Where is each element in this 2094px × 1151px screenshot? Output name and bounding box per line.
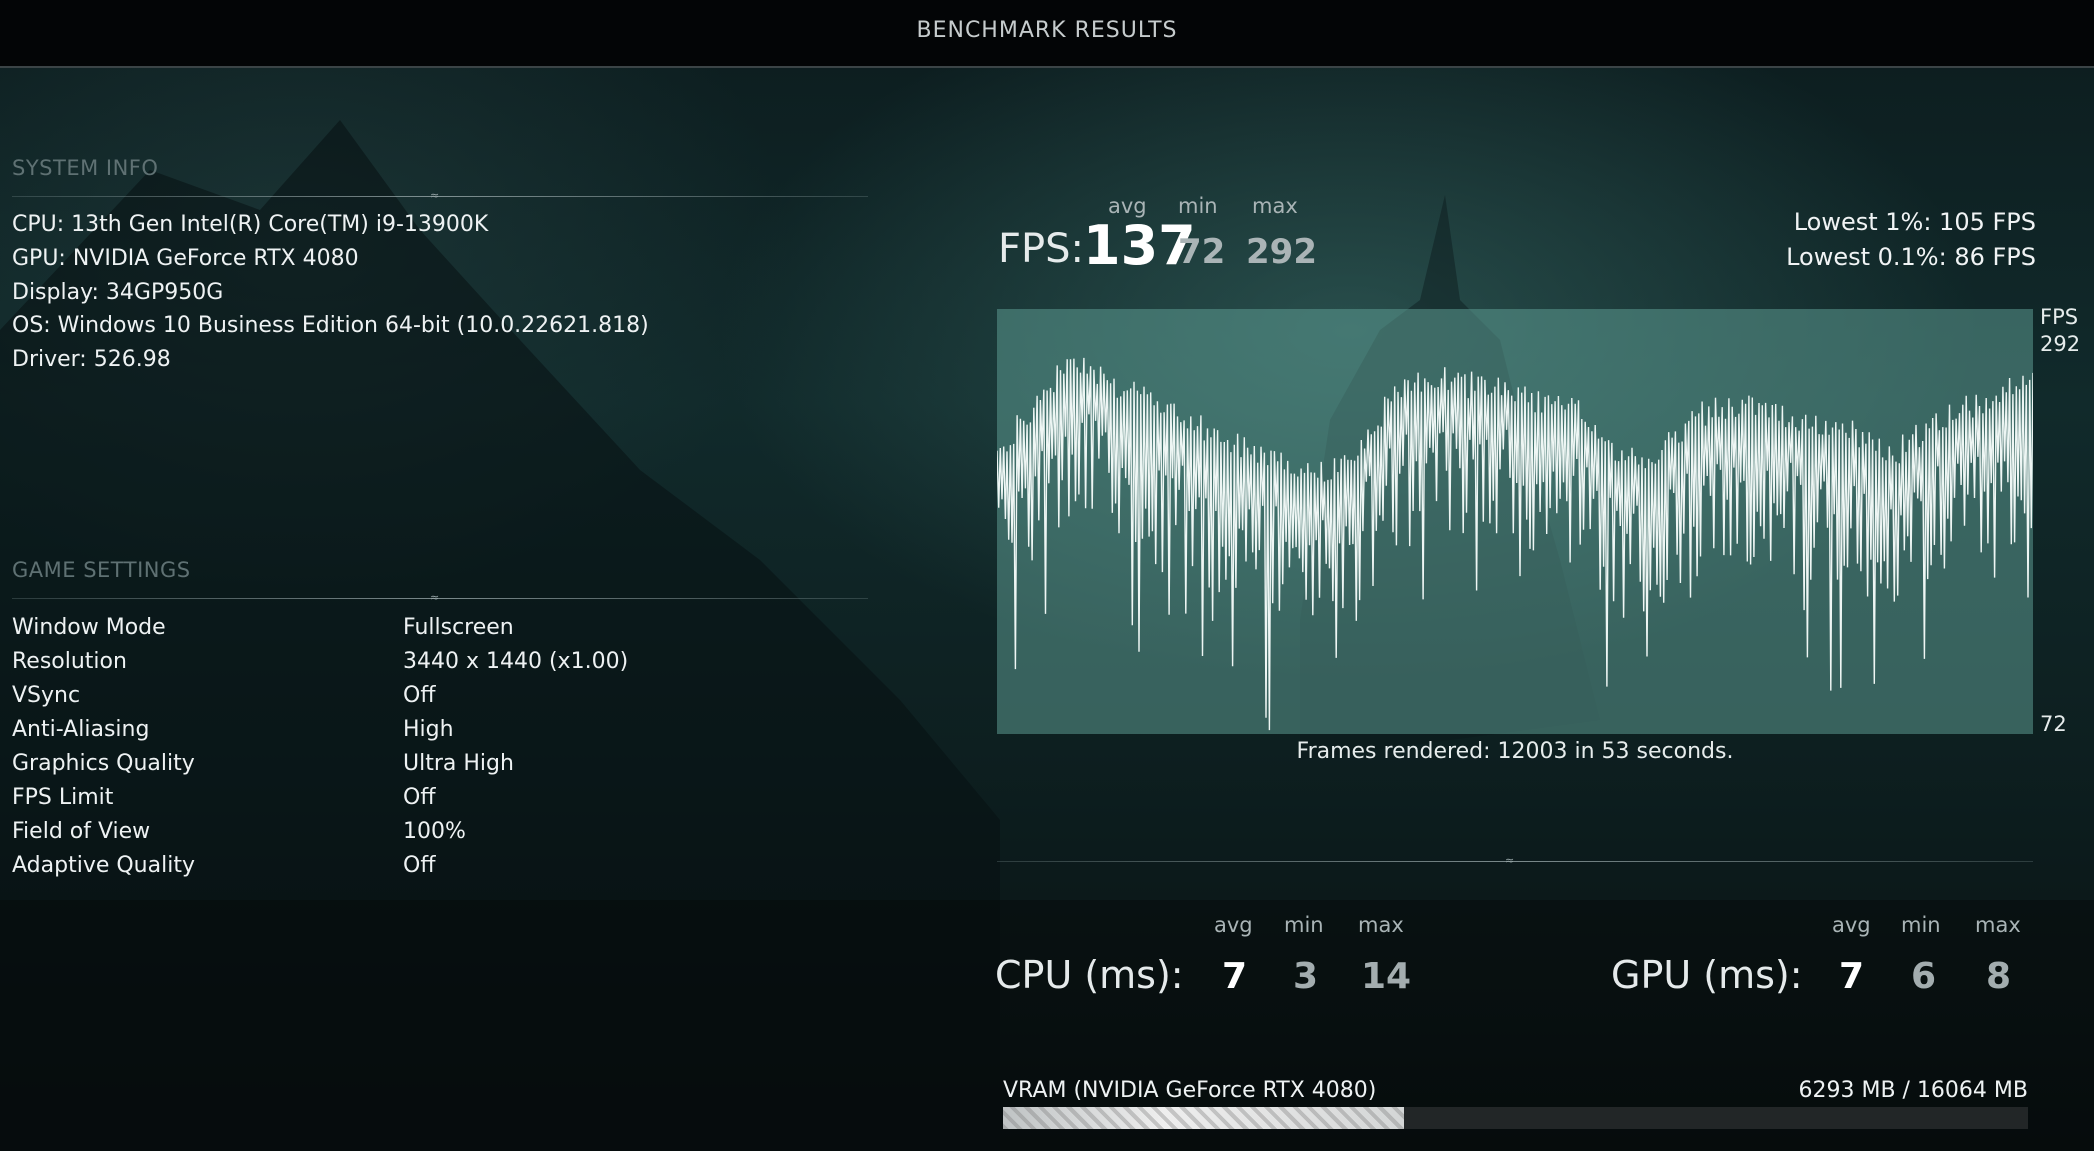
gpu-info: GPU: NVIDIA GeForce RTX 4080 [12, 246, 359, 271]
setting-label-window-mode: Window Mode [12, 615, 166, 640]
page-title: BENCHMARK RESULTS [916, 18, 1178, 43]
cpu-min-value: 3 [1293, 956, 1319, 997]
vram-progress-fill [1003, 1107, 1405, 1129]
graph-axis-title: FPS [2040, 305, 2079, 329]
fps-max-value: 292 [1246, 232, 1317, 272]
display-info: Display: 34GP950G [12, 280, 224, 305]
gpu-min-heading: min [1901, 913, 1941, 937]
graph-axis-max: 292 [2040, 332, 2081, 356]
setting-value-fps-limit: Off [403, 785, 436, 810]
gpu-avg-value: 7 [1839, 956, 1865, 997]
vram-progress-bar [1003, 1107, 2028, 1129]
setting-label-graphics-quality: Graphics Quality [12, 751, 195, 776]
fps-min-value: 72 [1178, 232, 1226, 272]
setting-label-adaptive-quality: Adaptive Quality [12, 853, 195, 878]
cpu-min-heading: min [1284, 913, 1324, 937]
gpu-ms-label: GPU (ms): [1611, 953, 1803, 997]
cpu-avg-heading: avg [1214, 913, 1253, 937]
gpu-max-value: 8 [1986, 956, 2012, 997]
fps-graph [997, 309, 2033, 734]
setting-value-resolution: 3440 x 1440 (x1.00) [403, 649, 629, 674]
setting-value-vsync: Off [403, 683, 436, 708]
gpu-avg-heading: avg [1832, 913, 1871, 937]
fps-graph-svg [997, 357, 2033, 731]
game-settings-divider: ≈ [12, 592, 868, 604]
timings-divider: ≈ [997, 855, 2033, 867]
driver-info: Driver: 526.98 [12, 347, 171, 372]
setting-label-vsync: VSync [12, 683, 81, 708]
system-info-heading: SYSTEM INFO [12, 156, 159, 180]
setting-value-anti-aliasing: High [403, 717, 454, 742]
header-bar: BENCHMARK RESULTS [0, 0, 2094, 68]
setting-value-adaptive-quality: Off [403, 853, 436, 878]
game-settings-heading: GAME SETTINGS [12, 558, 191, 582]
fps-label: FPS: [998, 226, 1084, 272]
lowest-1-percent: Lowest 1%: 105 FPS [1793, 208, 2036, 236]
system-info-divider: ≈ [12, 190, 868, 202]
fps-series-line [997, 357, 2033, 731]
gpu-min-value: 6 [1911, 956, 1937, 997]
cpu-ms-label: CPU (ms): [995, 953, 1184, 997]
setting-label-resolution: Resolution [12, 649, 127, 674]
setting-label-field-of-view: Field of View [12, 819, 151, 844]
setting-label-anti-aliasing: Anti-Aliasing [12, 717, 150, 742]
vram-label: VRAM (NVIDIA GeForce RTX 4080) [1003, 1078, 1377, 1103]
cpu-max-heading: max [1358, 913, 1404, 937]
setting-value-graphics-quality: Ultra High [403, 751, 514, 776]
setting-value-field-of-view: 100% [403, 819, 466, 844]
setting-label-fps-limit: FPS Limit [12, 785, 114, 810]
graph-axis-min: 72 [2040, 712, 2067, 736]
vram-usage-text: 6293 MB / 16064 MB [1798, 1078, 2028, 1103]
cpu-info: CPU: 13th Gen Intel(R) Core(TM) i9-13900… [12, 212, 489, 237]
fps-max-heading: max [1252, 194, 1298, 218]
cpu-max-value: 14 [1361, 956, 1412, 997]
setting-value-window-mode: Fullscreen [403, 615, 514, 640]
gpu-max-heading: max [1975, 913, 2021, 937]
os-info: OS: Windows 10 Business Edition 64-bit (… [12, 313, 649, 338]
cpu-avg-value: 7 [1222, 956, 1248, 997]
frames-rendered: Frames rendered: 12003 in 53 seconds. [1296, 739, 1734, 764]
lowest-01-percent: Lowest 0.1%: 86 FPS [1786, 243, 2036, 271]
